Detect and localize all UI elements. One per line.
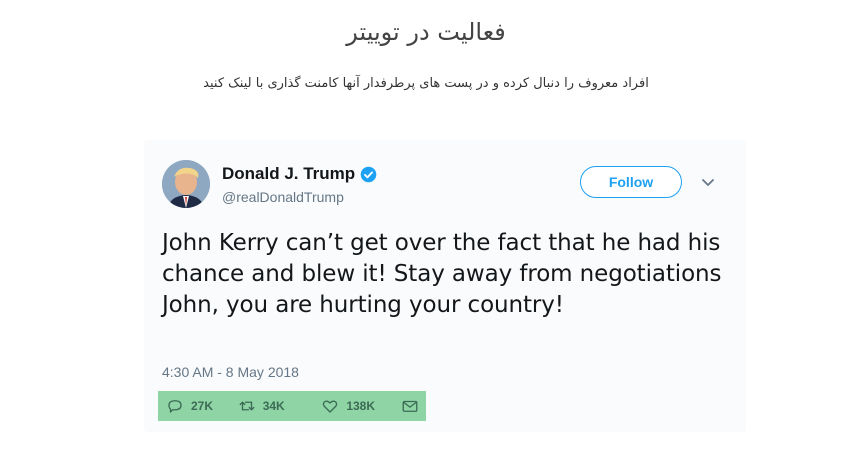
tweet-timestamp[interactable]: 4:30 AM - 8 May 2018 (162, 364, 299, 380)
direct-message-action[interactable] (401, 397, 426, 415)
retweet-icon (239, 401, 255, 411)
author-name[interactable]: Donald J. Trump (222, 164, 377, 184)
chevron-down-icon[interactable] (701, 178, 715, 188)
embedded-tweet-card: Donald J. Trump @realDonaldTrump Follow … (144, 140, 746, 432)
like-icon (323, 400, 338, 413)
tweet-text: John Kerry can’t get over the fact that … (162, 230, 722, 318)
like-count: 138K (346, 399, 376, 413)
message-icon (402, 400, 418, 412)
reply-icon (168, 400, 182, 413)
reply-count: 27K (191, 399, 214, 413)
reply-action[interactable]: 27K (166, 397, 238, 415)
avatar[interactable] (162, 160, 210, 208)
retweet-count: 34K (262, 399, 285, 413)
page-heading: فعالیت در توییتر (346, 18, 506, 46)
author-name-text[interactable]: Donald J. Trump (222, 164, 355, 184)
author-handle[interactable]: @realDonaldTrump (222, 189, 344, 205)
like-action[interactable]: 138K (321, 397, 401, 415)
retweet-action[interactable]: 34K (238, 397, 322, 415)
verified-badge-icon (360, 166, 377, 182)
tweet-actions-bar: 27K 34K 138K (158, 391, 426, 421)
follow-button[interactable]: Follow (580, 166, 682, 198)
page-subheading: افراد معروف را دنبال کرده و در پست های پ… (203, 76, 649, 91)
